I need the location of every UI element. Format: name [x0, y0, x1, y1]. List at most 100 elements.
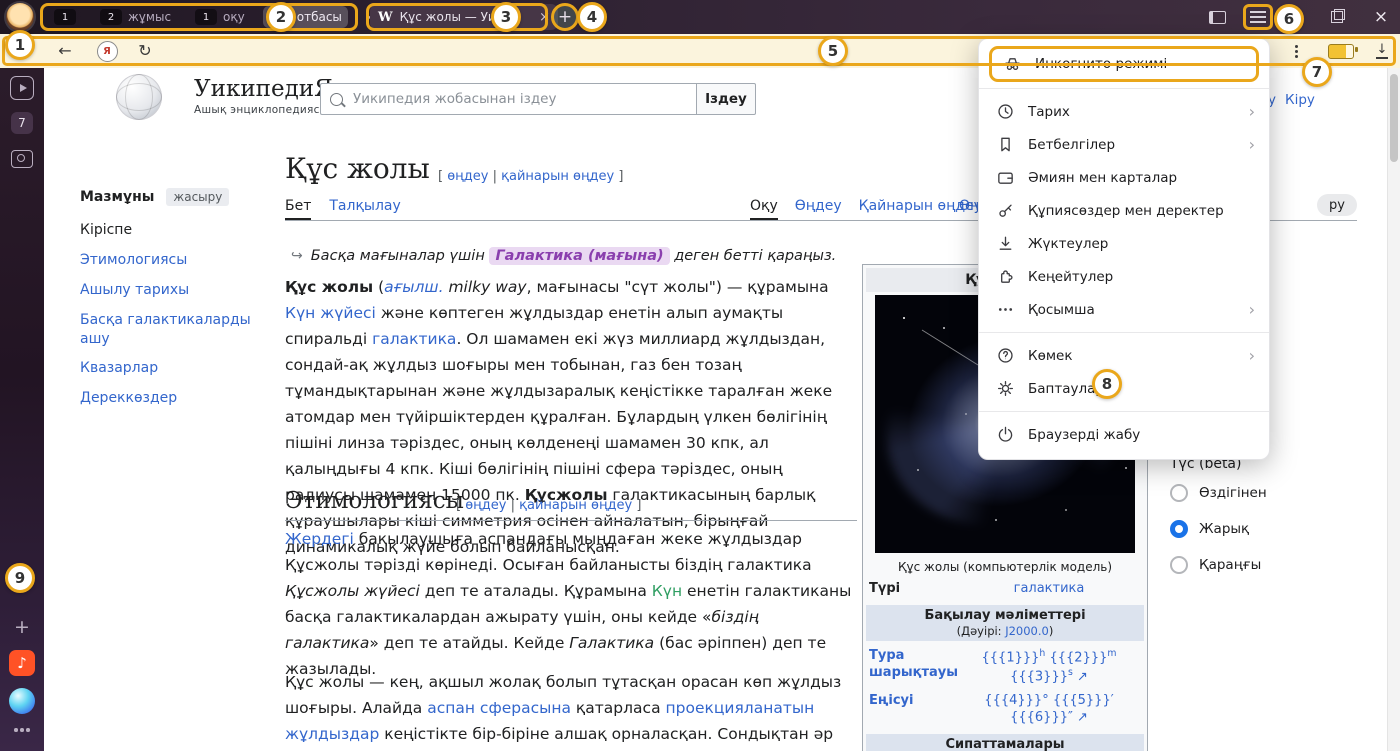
toc-hide-button[interactable]: жасыру — [166, 188, 229, 206]
inline-link[interactable]: Күн — [652, 582, 682, 600]
search-box[interactable] — [320, 83, 696, 115]
downloads-button[interactable]: ↓ — [1368, 34, 1396, 68]
chevron-right-icon: › — [1249, 348, 1255, 364]
inline-link[interactable]: J2000.0 — [1005, 624, 1049, 638]
text-segment: қатарласа — [571, 699, 666, 717]
type-value-link[interactable]: галактика — [957, 581, 1141, 598]
menu-item-history[interactable]: Тарих › — [979, 95, 1269, 128]
wikipedia-wordmark: УикипедиЯ — [194, 78, 333, 101]
radio-icon[interactable] — [1170, 484, 1188, 502]
hide-button-partial[interactable]: ру — [1317, 194, 1357, 216]
ra-label-link[interactable]: Тура шарықтауы — [869, 648, 957, 686]
tab-group-1[interactable]: 1 — [48, 6, 82, 28]
inline-link[interactable]: ↗ — [1073, 669, 1088, 684]
active-tab[interactable]: W Құс жолы — Уик × — [370, 4, 558, 30]
annotation-5: 5 — [818, 36, 848, 66]
toc-item-intro[interactable]: Кіріспе — [80, 221, 272, 240]
paragraph-etymology-1: Жердегі бақылаушыға аспандағы мыңдаған ж… — [285, 526, 857, 682]
separator: | — [511, 498, 515, 513]
toc-item-discovery[interactable]: Ашылу тарихы — [80, 281, 272, 300]
edit-source-link[interactable]: қайнарын өңдеу — [501, 169, 614, 184]
wikipedia-logo[interactable] — [116, 74, 162, 120]
video-button[interactable] — [0, 76, 44, 100]
puzzle-icon — [995, 267, 1015, 287]
wallet-icon — [995, 168, 1015, 188]
menu-item-passwords[interactable]: Құпиясөздер мен деректер — [979, 194, 1269, 227]
menu-item-extensions[interactable]: Кеңейтулер — [979, 260, 1269, 293]
yandex-button[interactable]: Я — [94, 34, 120, 68]
close-window-button[interactable]: × — [1364, 0, 1398, 34]
yandex-music-button[interactable]: ♪ — [0, 650, 44, 676]
tab-group-work[interactable]: 2 жұмыс — [94, 6, 177, 28]
menu-item-incognito[interactable]: Инкогнито режимі — [989, 46, 1259, 82]
toc-item-references[interactable]: Дереккөздер — [80, 389, 272, 408]
inline-link[interactable]: {{{1}}} — [982, 650, 1040, 665]
tab-page[interactable]: Бет — [285, 198, 311, 220]
toc-item-other-galaxies[interactable]: Басқа галактикаларды ашу — [80, 311, 272, 349]
music-icon: ♪ — [9, 650, 35, 676]
menu-item-downloads[interactable]: Жүктеулер — [979, 227, 1269, 260]
games-button[interactable]: 7 — [0, 112, 44, 134]
search-input[interactable] — [351, 90, 687, 108]
inline-link[interactable]: ↗ — [1073, 710, 1088, 725]
inline-link[interactable]: {{{4}}}° {{{5}}}′ {{{6}}}″ — [984, 693, 1113, 725]
radio-icon[interactable] — [1170, 520, 1188, 538]
tab-talk[interactable]: Талқылау — [329, 198, 400, 220]
tab-partial-hidden[interactable]: Өң — [959, 198, 979, 214]
menu-separator — [979, 332, 1269, 333]
dec-label-link[interactable]: Еңісуі — [869, 693, 957, 727]
annotation-2: 2 — [266, 2, 296, 32]
menu-item-more[interactable]: Қосымша › — [979, 293, 1269, 326]
radio-icon[interactable] — [1170, 556, 1188, 574]
refresh-button[interactable]: ↻ — [132, 34, 158, 68]
color-option-auto[interactable]: Өздігінен — [1170, 478, 1388, 508]
tab-read[interactable]: Оқу — [750, 198, 778, 220]
tab-group-study[interactable]: 1 оқу — [189, 6, 251, 28]
edit-link[interactable]: өңдеу — [447, 169, 488, 184]
back-button[interactable]: ← — [52, 34, 78, 68]
color-option-dark[interactable]: Қараңғы — [1170, 550, 1388, 580]
inline-link[interactable]: аспан сферасына — [427, 699, 571, 717]
restore-button[interactable] — [1320, 0, 1354, 34]
toc-item-etymology[interactable]: Этимологиясы — [80, 251, 272, 270]
color-option-light[interactable]: Жарық — [1170, 514, 1388, 544]
scrollbar-thumb[interactable] — [1390, 74, 1398, 162]
menu-item-bookmarks[interactable]: Бетбелгілер › — [979, 128, 1269, 161]
edit-source-link[interactable]: қайнарын өңдеу — [519, 498, 632, 513]
tab-close-icon[interactable]: × — [539, 10, 550, 25]
wikipedia-wordmark-block[interactable]: УикипедиЯ Ашық энциклопедиясы — [194, 78, 333, 116]
inline-link[interactable]: галактика — [372, 330, 456, 348]
inline-link[interactable]: {{{2}}} — [1049, 650, 1107, 665]
galaxy-stars — [903, 317, 905, 319]
color-option-label: Қараңғы — [1199, 557, 1261, 573]
profile-avatar[interactable] — [6, 3, 34, 31]
screenshot-button[interactable] — [0, 150, 44, 168]
bracket: [ — [438, 169, 443, 184]
key-icon — [995, 201, 1015, 221]
menu-item-quit[interactable]: Браузерді жабу — [979, 418, 1269, 451]
toc-item-quasars[interactable]: Квазарлар — [80, 359, 272, 378]
menu-item-settings[interactable]: Баптаулар — [979, 372, 1269, 405]
title-edit-links: [ өңдеу | қайнарын өңдеу ] — [438, 169, 623, 184]
sidebar-toggle-button[interactable] — [1200, 0, 1234, 34]
inline-link[interactable]: Күн жүйесі — [285, 304, 376, 322]
inline-link[interactable]: ағылш. — [384, 278, 443, 296]
login-link[interactable]: Кіру — [1285, 92, 1315, 108]
search-icon — [330, 93, 343, 106]
inline-link[interactable]: m — [1107, 648, 1116, 659]
browser-menu-button[interactable] — [1241, 0, 1275, 34]
inline-link[interactable]: Жердегі — [285, 530, 354, 548]
rail-more-button[interactable] — [0, 728, 44, 732]
edit-link[interactable]: өңдеу — [465, 498, 506, 513]
inline-link[interactable]: Галактика (мағына) — [489, 247, 669, 265]
kebab-menu-icon — [1295, 50, 1298, 53]
tab-edit[interactable]: Өңдеу — [795, 198, 842, 220]
alice-assistant-button[interactable] — [0, 688, 44, 714]
inline-link[interactable]: {{{3}}} — [1010, 669, 1068, 684]
page-scrollbar[interactable] — [1387, 68, 1400, 751]
new-tab-button[interactable]: + — [553, 5, 577, 29]
menu-item-wallet[interactable]: Әмиян мен карталар — [979, 161, 1269, 194]
rail-add-button[interactable]: + — [0, 616, 44, 638]
search-button[interactable]: Іздеу — [696, 83, 756, 115]
menu-item-help[interactable]: Көмек › — [979, 339, 1269, 372]
